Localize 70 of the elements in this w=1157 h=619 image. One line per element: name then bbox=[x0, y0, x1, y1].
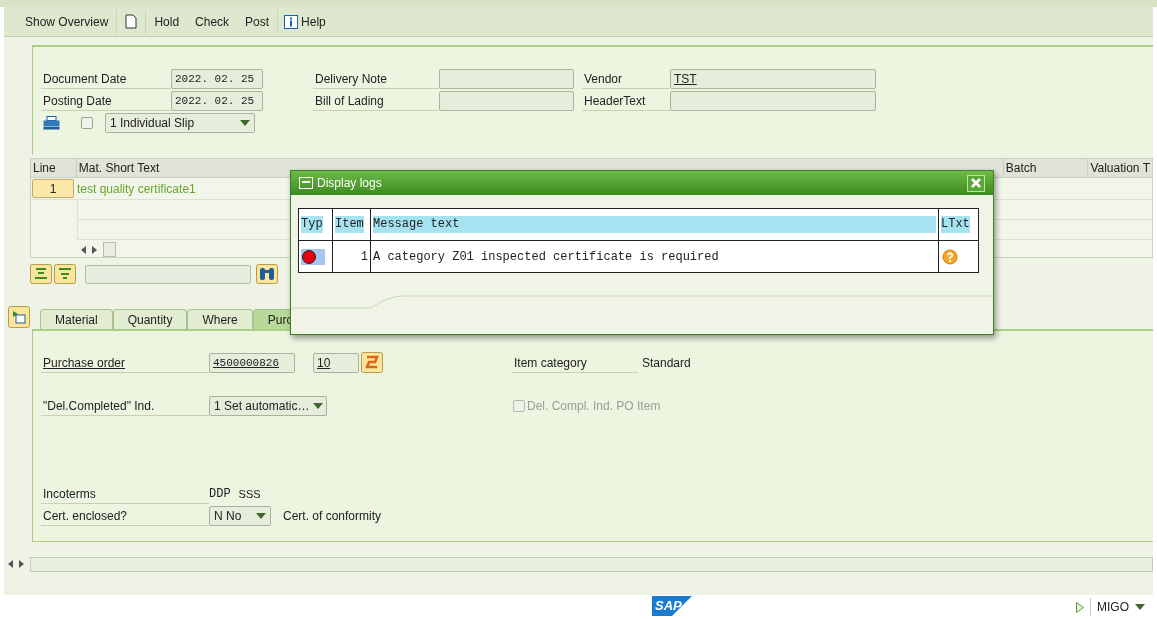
dropdown-caret-icon bbox=[313, 403, 324, 409]
toolbar-button[interactable]: Hold bbox=[146, 9, 188, 34]
table-cell-text: test quality certificate1 bbox=[77, 180, 196, 198]
help-icon[interactable] bbox=[942, 248, 958, 265]
input-field[interactable]: 2022. 02. 25 bbox=[171, 69, 263, 89]
input-field[interactable]: 2022. 02. 25 bbox=[171, 91, 263, 111]
toolbar-button[interactable]: Post bbox=[237, 9, 278, 34]
column-header: Item bbox=[335, 216, 364, 233]
column-header: Message text bbox=[373, 216, 936, 233]
input-field[interactable]: 10 bbox=[313, 352, 359, 373]
row-number-button[interactable]: 1 bbox=[32, 179, 74, 198]
printer-icon[interactable] bbox=[43, 116, 60, 130]
input-field[interactable]: TST bbox=[670, 69, 876, 89]
filter-icon[interactable] bbox=[54, 264, 76, 284]
document-icon bbox=[125, 14, 138, 29]
close-icon bbox=[971, 178, 981, 188]
field-label: "Del.Completed" Ind. bbox=[41, 396, 209, 416]
tab-list-icon[interactable] bbox=[8, 306, 30, 328]
column-header: LTxt bbox=[941, 216, 970, 233]
tab[interactable]: Where bbox=[187, 309, 253, 329]
scroll-right-icon[interactable] bbox=[92, 245, 97, 254]
window-icon bbox=[299, 177, 313, 189]
error-status-icon bbox=[301, 248, 325, 265]
field-label: Cert. enclosed? bbox=[41, 506, 209, 526]
dropdown-caret-icon bbox=[240, 120, 250, 126]
input-field[interactable] bbox=[670, 91, 876, 111]
toolbar-button[interactable]: Show Overview bbox=[17, 9, 117, 34]
dialog-title: Display logs bbox=[317, 175, 382, 192]
tab[interactable]: Quantity bbox=[112, 309, 188, 329]
scroll-left-icon[interactable] bbox=[8, 560, 13, 568]
sap-logo: SAP bbox=[652, 596, 692, 616]
column-header[interactable]: Valuation T bbox=[1088, 159, 1152, 177]
input-field[interactable]: 4500000826 bbox=[209, 352, 295, 373]
close-button[interactable] bbox=[967, 174, 985, 192]
help-button[interactable]: Help bbox=[277, 9, 332, 34]
scroll-thumb[interactable] bbox=[103, 242, 116, 257]
table-cell-text: A category Z01 inspected certificate is required bbox=[373, 248, 719, 266]
toolbar-button[interactable]: Check bbox=[187, 9, 238, 34]
transaction-code: MIGO bbox=[1090, 598, 1129, 616]
column-header[interactable]: Mat. Short Text bbox=[76, 159, 406, 177]
input-field[interactable] bbox=[439, 69, 574, 89]
checkbox-label: Del. Compl. Ind. PO Item bbox=[527, 398, 661, 415]
scroll-left-icon[interactable] bbox=[81, 245, 86, 254]
expand-icon[interactable] bbox=[30, 264, 52, 284]
checkbox[interactable] bbox=[81, 117, 93, 129]
field-label: Incoterms bbox=[41, 484, 209, 504]
dropdown-caret-icon bbox=[256, 513, 266, 519]
column-header[interactable]: Batch bbox=[1002, 159, 1089, 177]
input-field[interactable] bbox=[439, 91, 574, 111]
new-document-button[interactable] bbox=[116, 9, 147, 34]
table-cell-text: 1 bbox=[359, 248, 368, 266]
info-icon bbox=[284, 14, 299, 29]
field-label: Purchase order bbox=[41, 352, 209, 373]
field-label: Item category bbox=[512, 352, 638, 373]
dropdown[interactable]: 1 Set automatic… bbox=[209, 396, 327, 416]
horizontal-scrollbar[interactable] bbox=[30, 556, 1153, 572]
field-value: DDP bbox=[209, 486, 231, 503]
field-value: SSS bbox=[238, 486, 261, 502]
field-description: Cert. of conformity bbox=[283, 508, 382, 525]
field-value: Standard bbox=[642, 354, 691, 372]
search-field[interactable] bbox=[85, 264, 251, 284]
scroll-right-icon[interactable] bbox=[19, 560, 24, 568]
binoculars-icon[interactable] bbox=[256, 264, 278, 284]
column-header[interactable]: Line bbox=[31, 159, 77, 177]
dropdown[interactable]: 1 Individual Slip bbox=[105, 113, 255, 133]
dropdown[interactable]: N No bbox=[209, 506, 271, 526]
dropdown-caret-icon bbox=[1135, 604, 1145, 610]
column-header: Typ bbox=[301, 216, 323, 233]
tab[interactable]: Material bbox=[40, 309, 113, 329]
play-icon[interactable] bbox=[1076, 601, 1084, 613]
